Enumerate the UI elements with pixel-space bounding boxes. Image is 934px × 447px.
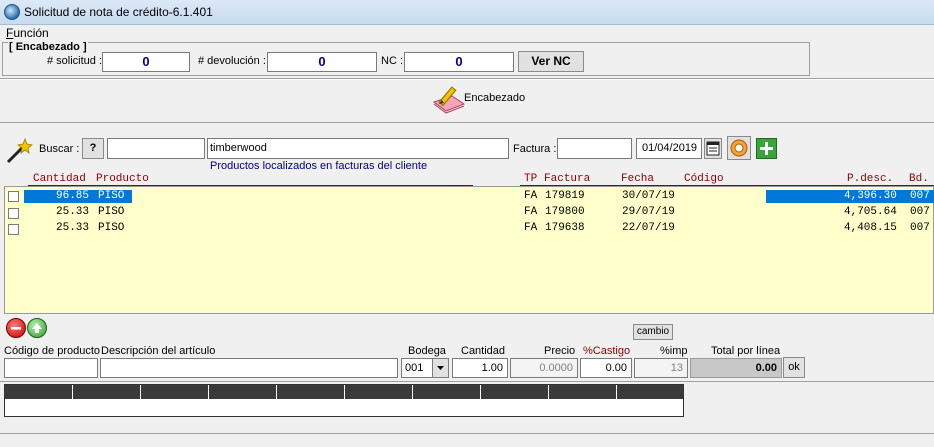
detail-grid-header[interactable] xyxy=(73,385,141,399)
factura-input[interactable] xyxy=(557,138,632,159)
cell-bd: 007 xyxy=(910,190,930,202)
detail-grid[interactable] xyxy=(4,384,684,417)
cambio-button[interactable]: cambio xyxy=(633,324,673,340)
menu-funcion-rest: unción xyxy=(13,26,49,40)
confirm-button[interactable] xyxy=(27,318,47,338)
cell-producto: PISO xyxy=(98,206,125,218)
bodega-label: Bodega xyxy=(408,345,446,357)
buscar-label: Buscar : xyxy=(39,143,80,155)
total-linea-value: 0.00 xyxy=(690,358,782,378)
encabezado-button-label: Encabezado xyxy=(464,92,526,104)
calendar-button[interactable] xyxy=(704,138,722,159)
search-hint: Productos localizados en facturas del cl… xyxy=(210,160,428,172)
cell-bd: 007 xyxy=(910,206,930,218)
cell-producto: PISO xyxy=(98,222,125,234)
total-linea-label: Total por línea xyxy=(711,345,781,357)
app-icon xyxy=(4,4,20,20)
devolucion-label: # devolución : xyxy=(198,55,266,67)
codigo-producto-input[interactable] xyxy=(4,358,98,378)
codigo-producto-label: Código de producto xyxy=(4,345,101,357)
ver-nc-button[interactable]: Ver NC xyxy=(518,51,584,72)
cell-pdesc: 4,408.15 xyxy=(844,222,897,234)
bodega-dropdown-button[interactable] xyxy=(432,359,448,377)
cell-tp: FA xyxy=(524,190,538,202)
precio-label: Precio xyxy=(544,345,576,357)
detail-grid-header[interactable] xyxy=(413,385,481,399)
cell-factura: 179638 xyxy=(545,222,585,234)
nc-label: NC : xyxy=(381,55,403,67)
cell-cantidad: 25.33 xyxy=(56,222,90,234)
divider xyxy=(0,381,934,382)
refresh-button[interactable] xyxy=(727,136,751,160)
bodega-select[interactable]: 001 xyxy=(401,358,449,378)
nc-field[interactable]: 0 xyxy=(404,52,514,72)
magic-wand-icon xyxy=(6,137,33,164)
cell-fecha: 29/07/19 xyxy=(622,206,675,218)
cell-fecha: 22/07/19 xyxy=(622,222,675,234)
row-checkbox[interactable] xyxy=(8,224,19,235)
cell-tp: FA xyxy=(524,206,538,218)
solicitud-label: # solicitud : xyxy=(47,55,103,67)
imp-input[interactable]: 13 xyxy=(634,358,688,378)
cell-pdesc: 4,705.64 xyxy=(844,206,897,218)
divider xyxy=(0,433,934,434)
devolucion-field[interactable]: 0 xyxy=(267,52,377,72)
castigo-label: %Castigo xyxy=(583,345,631,357)
notepad-pencil-icon xyxy=(432,86,466,114)
calendar-icon xyxy=(706,141,720,156)
detail-grid-header[interactable] xyxy=(277,385,345,399)
detail-grid-header[interactable] xyxy=(209,385,277,399)
date-input[interactable]: 01/04/2019 xyxy=(636,138,702,159)
encabezado-group-label: [ Encabezado ] xyxy=(8,41,88,53)
cell-cantidad: 96.85 xyxy=(56,190,90,202)
descripcion-input[interactable] xyxy=(100,358,398,378)
minus-circle-icon xyxy=(11,327,21,330)
detail-grid-header[interactable] xyxy=(141,385,209,399)
cell-tp: FA xyxy=(524,222,538,234)
factura-label: Factura : xyxy=(513,143,557,155)
detail-grid-header[interactable] xyxy=(5,385,73,399)
chevron-down-icon xyxy=(437,366,444,370)
detail-grid-header[interactable] xyxy=(617,385,683,399)
descripcion-label: Descripción del artículo xyxy=(101,345,216,357)
detail-grid-header[interactable] xyxy=(549,385,617,399)
detail-grid-header[interactable] xyxy=(481,385,549,399)
product-code-input[interactable] xyxy=(107,138,205,159)
help-button[interactable]: ? xyxy=(82,138,104,159)
solicitud-field[interactable]: 0 xyxy=(102,52,190,72)
detail-grid-header[interactable] xyxy=(345,385,413,399)
precio-input[interactable]: 0.0000 xyxy=(510,358,578,378)
delete-button[interactable] xyxy=(6,318,26,338)
encabezado-button[interactable]: Encabezado xyxy=(432,84,532,118)
cell-pdesc: 4,396.30 xyxy=(844,190,897,202)
results-grid[interactable] xyxy=(4,186,934,314)
row-checkbox[interactable] xyxy=(8,208,19,219)
cell-producto: PISO xyxy=(98,190,125,202)
row-checkbox[interactable] xyxy=(8,191,19,202)
divider xyxy=(0,79,934,80)
cantidad-label: Cantidad xyxy=(461,345,506,357)
bodega-value: 001 xyxy=(405,362,424,374)
cell-bd: 007 xyxy=(910,222,930,234)
cell-fecha: 30/07/19 xyxy=(622,190,675,202)
divider xyxy=(0,122,934,123)
gear-refresh-icon xyxy=(730,139,748,157)
castigo-input[interactable]: 0.00 xyxy=(580,358,632,378)
add-button[interactable] xyxy=(756,138,777,159)
window-title: Solicitud de nota de crédito-6.1.401 xyxy=(24,5,213,19)
cell-factura: 179819 xyxy=(545,190,585,202)
menu-funcion[interactable]: Función xyxy=(6,26,49,40)
cell-cantidad: 25.33 xyxy=(56,206,90,218)
ok-button[interactable]: ok xyxy=(783,357,805,378)
imp-label: %imp xyxy=(660,345,688,357)
cantidad-input[interactable]: 1.00 xyxy=(452,358,508,378)
search-input[interactable]: timberwood xyxy=(207,138,509,159)
arrow-up-icon xyxy=(32,323,42,333)
cell-factura: 179800 xyxy=(545,206,585,218)
plus-icon xyxy=(760,142,773,155)
